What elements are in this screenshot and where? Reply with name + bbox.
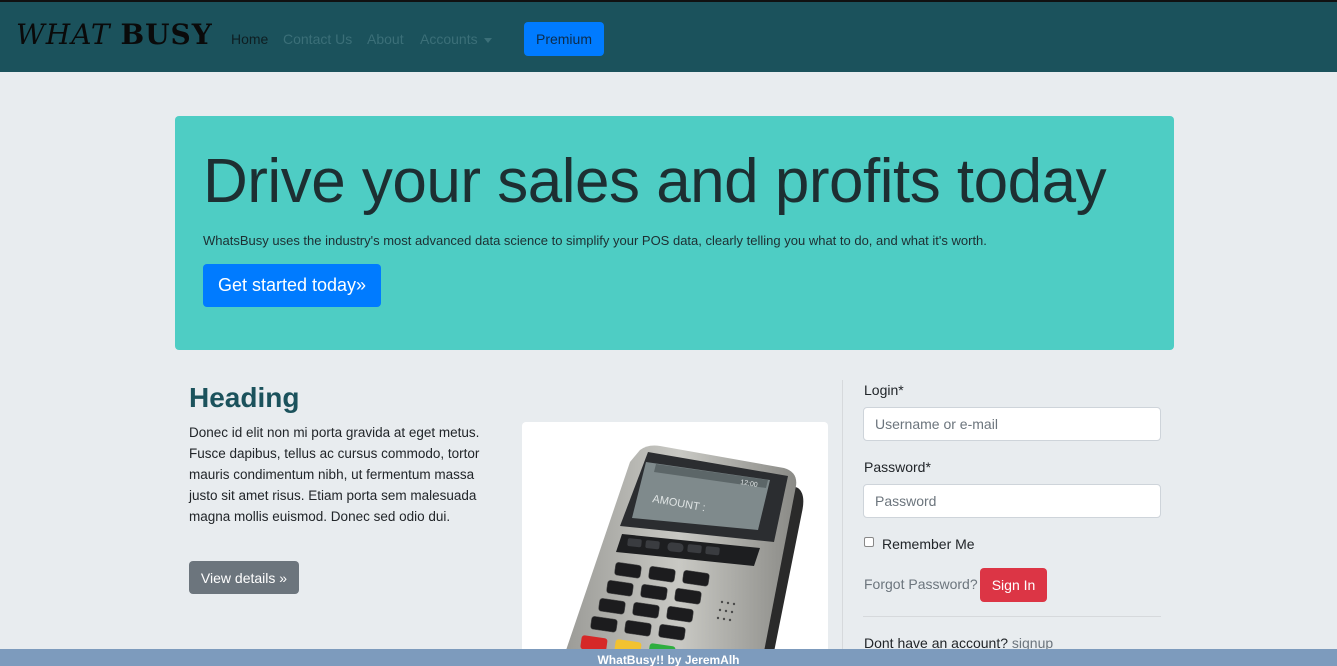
content-heading: Heading: [189, 382, 300, 413]
username-input[interactable]: [863, 407, 1161, 441]
hero-title: Drive your sales and profits today: [203, 147, 1107, 216]
login-label: Login*: [864, 382, 904, 398]
hero-text: WhatsBusy uses the industry's most advan…: [203, 233, 987, 248]
footer-text: WhatBusy!! by JeremAlh: [597, 653, 740, 666]
content-paragraph: Donec id elit non mi porta gravida at eg…: [189, 425, 480, 524]
nav-accounts-dropdown[interactable]: Accounts: [420, 31, 492, 47]
navbar: WHAT BUSY Home Contact Us About Accounts…: [0, 0, 1337, 72]
premium-button[interactable]: Premium: [524, 22, 604, 56]
nav-about[interactable]: About: [367, 31, 404, 47]
nav-home[interactable]: Home: [231, 31, 268, 47]
form-divider: [863, 616, 1161, 617]
get-started-button[interactable]: Get started today»: [203, 264, 381, 307]
password-input[interactable]: [863, 484, 1161, 518]
password-label: Password*: [864, 459, 931, 475]
brand-part2: BUSY: [120, 18, 213, 51]
pos-terminal-image: AMOUNT : 12:00: [562, 445, 804, 662]
product-image-card: AMOUNT : 12:00: [522, 422, 828, 662]
remember-me-checkbox[interactable]: [864, 537, 874, 547]
view-details-button[interactable]: View details »: [189, 561, 299, 594]
brand-part1: WHAT: [16, 18, 111, 51]
sign-in-button[interactable]: Sign In: [980, 568, 1047, 602]
brand-logo[interactable]: WHAT BUSY: [16, 18, 213, 51]
nav-contact-us[interactable]: Contact Us: [283, 31, 352, 47]
chevron-down-icon: [483, 37, 492, 43]
remember-me-label: Remember Me: [882, 536, 975, 552]
hero-banner: Drive your sales and profits today Whats…: [175, 116, 1174, 350]
forgot-password-link[interactable]: Forgot Password?: [864, 576, 978, 592]
footer: WhatBusy!! by JeremAlh: [0, 649, 1337, 666]
column-divider: [842, 380, 843, 660]
nav-accounts-label: Accounts: [420, 31, 478, 47]
